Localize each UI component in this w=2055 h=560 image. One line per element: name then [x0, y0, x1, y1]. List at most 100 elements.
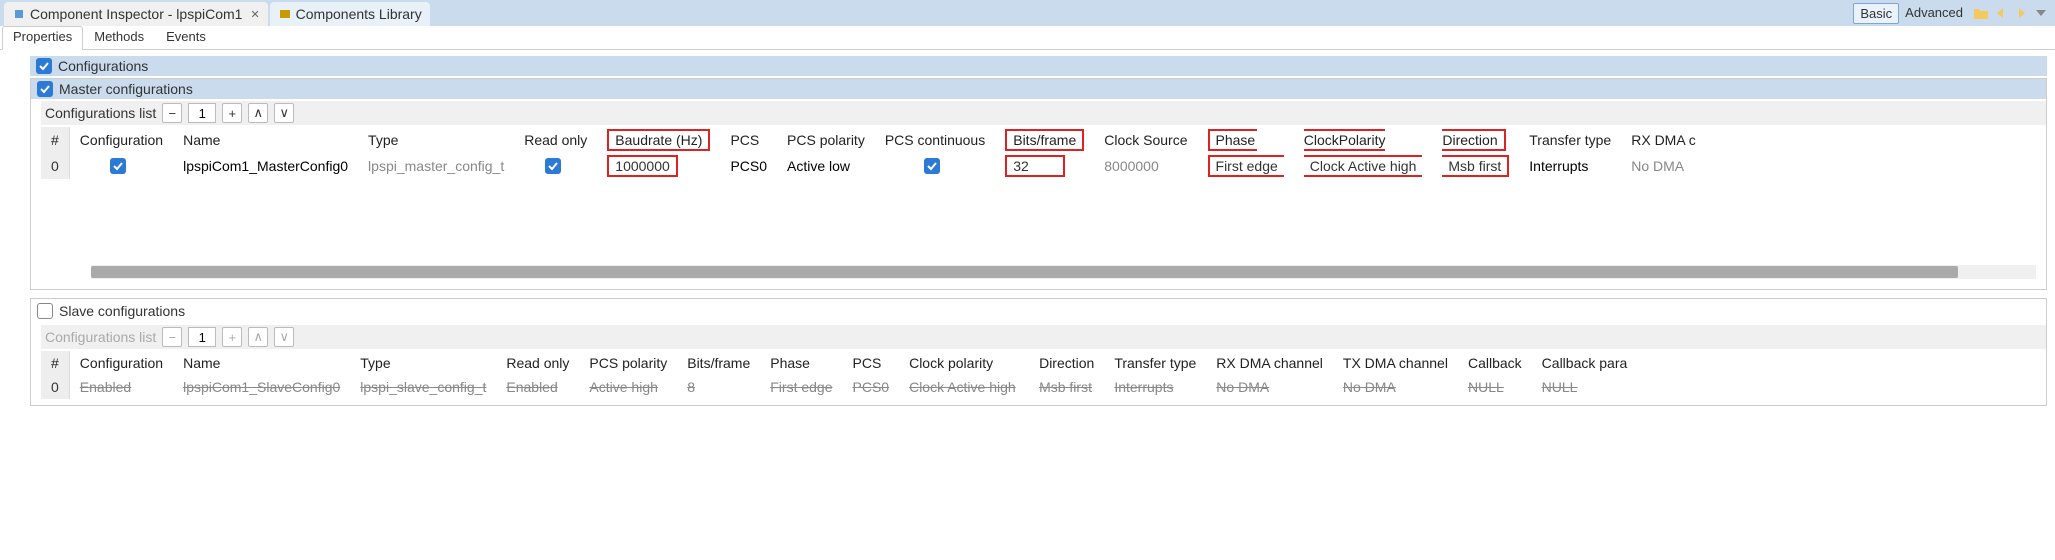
- tab-bar-right: Basic Advanced: [1853, 3, 2055, 24]
- cell-readonly: [514, 153, 597, 179]
- master-checkbox[interactable]: [37, 81, 53, 97]
- up-button[interactable]: ∧: [248, 327, 268, 347]
- tab-properties[interactable]: Properties: [2, 26, 83, 50]
- configurations-checkbox[interactable]: [36, 58, 52, 74]
- slave-header: Slave configurations: [31, 299, 2046, 323]
- down-button[interactable]: ∨: [274, 327, 294, 347]
- remove-button[interactable]: −: [162, 327, 182, 347]
- cell-name[interactable]: lpspiCom1_MasterConfig0: [173, 153, 358, 179]
- tab-events[interactable]: Events: [155, 26, 217, 49]
- table-header-row: # Configuration Name Type Read only PCS …: [41, 351, 1637, 375]
- col-transfer: Transfer type: [1104, 351, 1206, 375]
- cell-transfer: Interrupts: [1104, 375, 1206, 399]
- tab-methods[interactable]: Methods: [83, 26, 155, 49]
- col-dir: Direction: [1029, 351, 1104, 375]
- table-header-row: # Configuration Name Type Read only Baud…: [41, 127, 1706, 153]
- row-pcscont-checkbox[interactable]: [924, 158, 940, 174]
- col-name: Name: [173, 127, 358, 153]
- slave-subsection: Configurations list − + ∧ ∨ # Configurat…: [41, 325, 2046, 399]
- scrollbar-thumb[interactable]: [91, 266, 1958, 278]
- nav-forward-icon[interactable]: [2013, 5, 2029, 21]
- nav-back-icon[interactable]: [1993, 5, 2009, 21]
- col-bits: Bits/frame: [677, 351, 760, 375]
- row-readonly-checkbox[interactable]: [545, 158, 561, 174]
- close-icon[interactable]: ✕: [250, 8, 259, 21]
- col-pcspol: PCS polarity: [777, 127, 875, 153]
- col-phase: Phase: [1198, 127, 1294, 153]
- col-clockpol: Clock polarity: [899, 351, 1029, 375]
- list-label: Configurations list: [45, 105, 156, 121]
- basic-toggle[interactable]: Basic: [1853, 3, 1899, 24]
- folder-icon[interactable]: [1973, 5, 1989, 21]
- horizontal-scrollbar[interactable]: [91, 265, 2036, 279]
- col-pcscont: PCS continuous: [875, 127, 995, 153]
- cell-rxdma[interactable]: No DMA: [1621, 153, 1706, 179]
- slave-panel: Slave configurations Configurations list…: [30, 298, 2047, 406]
- add-button[interactable]: +: [222, 327, 242, 347]
- cell-clocksrc: 8000000: [1094, 153, 1197, 179]
- cell-clockpol[interactable]: Clock Active high: [1294, 153, 1433, 179]
- section-configurations: Configurations Master configurations Con…: [30, 56, 2047, 406]
- view-menu-icon[interactable]: [2033, 5, 2049, 21]
- cell-type: lpspi_slave_config_t: [350, 375, 496, 399]
- count-input[interactable]: [188, 327, 216, 347]
- cell-clockpol: Clock Active high: [899, 375, 1029, 399]
- slave-table: # Configuration Name Type Read only PCS …: [41, 351, 1637, 399]
- master-header: Master configurations: [31, 79, 2046, 99]
- col-callback: Callback: [1458, 351, 1532, 375]
- cell-pcs[interactable]: PCS0: [720, 153, 777, 179]
- cell-phase: First edge: [760, 375, 842, 399]
- table-row[interactable]: 0 lpspiCom1_MasterConfig0 lpspi_master_c…: [41, 153, 1706, 179]
- col-type: Type: [358, 127, 514, 153]
- down-button[interactable]: ∨: [274, 103, 294, 123]
- row-config-checkbox[interactable]: [110, 158, 126, 174]
- advanced-toggle[interactable]: Advanced: [1899, 3, 1969, 24]
- cell-bits: 8: [677, 375, 760, 399]
- col-row: #: [41, 351, 69, 375]
- cell-transfer[interactable]: Interrupts: [1519, 153, 1621, 179]
- cell-callback: NULL: [1458, 375, 1532, 399]
- tab-components-library[interactable]: Components Library: [270, 2, 430, 26]
- col-config: Configuration: [69, 351, 173, 375]
- cell-bits[interactable]: 32: [995, 153, 1094, 179]
- tab-component-inspector[interactable]: Component Inspector - lpspiCom1 ✕: [4, 2, 268, 26]
- cell-config: [69, 153, 173, 179]
- col-pcs: PCS: [720, 127, 777, 153]
- col-name: Name: [173, 351, 350, 375]
- cell-dir[interactable]: Msb first: [1432, 153, 1519, 179]
- col-dir: Direction: [1432, 127, 1519, 153]
- cell-pcscont: [875, 153, 995, 179]
- up-button[interactable]: ∧: [248, 103, 268, 123]
- add-button[interactable]: +: [222, 103, 242, 123]
- count-input[interactable]: [188, 103, 216, 123]
- sub-tab-bar: Properties Methods Events: [0, 26, 2055, 50]
- col-readonly: Read only: [496, 351, 579, 375]
- cell-row: 0: [41, 375, 69, 399]
- configurations-label: Configurations: [58, 58, 148, 74]
- cell-config: Enabled: [69, 375, 173, 399]
- cell-name[interactable]: lpspiCom1_SlaveConfig0: [173, 375, 350, 399]
- col-config: Configuration: [69, 127, 173, 153]
- cell-baud[interactable]: 1000000: [597, 153, 720, 179]
- master-subsection: Configurations list − + ∧ ∨ # Configurat…: [41, 101, 2046, 283]
- col-pcs: PCS: [843, 351, 900, 375]
- col-clocksrc: Clock Source: [1094, 127, 1197, 153]
- component-icon: [12, 7, 26, 21]
- col-callbackparam: Callback para: [1532, 351, 1638, 375]
- col-rxdma: RX DMA channel: [1206, 351, 1333, 375]
- cell-pcspol[interactable]: Active low: [777, 153, 875, 179]
- col-bits: Bits/frame: [995, 127, 1094, 153]
- cell-type: lpspi_master_config_t: [358, 153, 514, 179]
- cell-readonly: Enabled: [496, 375, 579, 399]
- cell-phase[interactable]: First edge: [1198, 153, 1294, 179]
- remove-button[interactable]: −: [162, 103, 182, 123]
- col-transfer: Transfer type: [1519, 127, 1621, 153]
- cell-dir: Msb first: [1029, 375, 1104, 399]
- table-row[interactable]: 0 Enabled lpspiCom1_SlaveConfig0 lpspi_s…: [41, 375, 1637, 399]
- cell-callbackparam: NULL: [1532, 375, 1638, 399]
- col-baud: Baudrate (Hz): [597, 127, 720, 153]
- col-txdma: TX DMA channel: [1333, 351, 1458, 375]
- slave-checkbox[interactable]: [37, 303, 53, 319]
- tab-label: Component Inspector - lpspiCom1: [30, 6, 242, 22]
- cell-rxdma: No DMA: [1206, 375, 1333, 399]
